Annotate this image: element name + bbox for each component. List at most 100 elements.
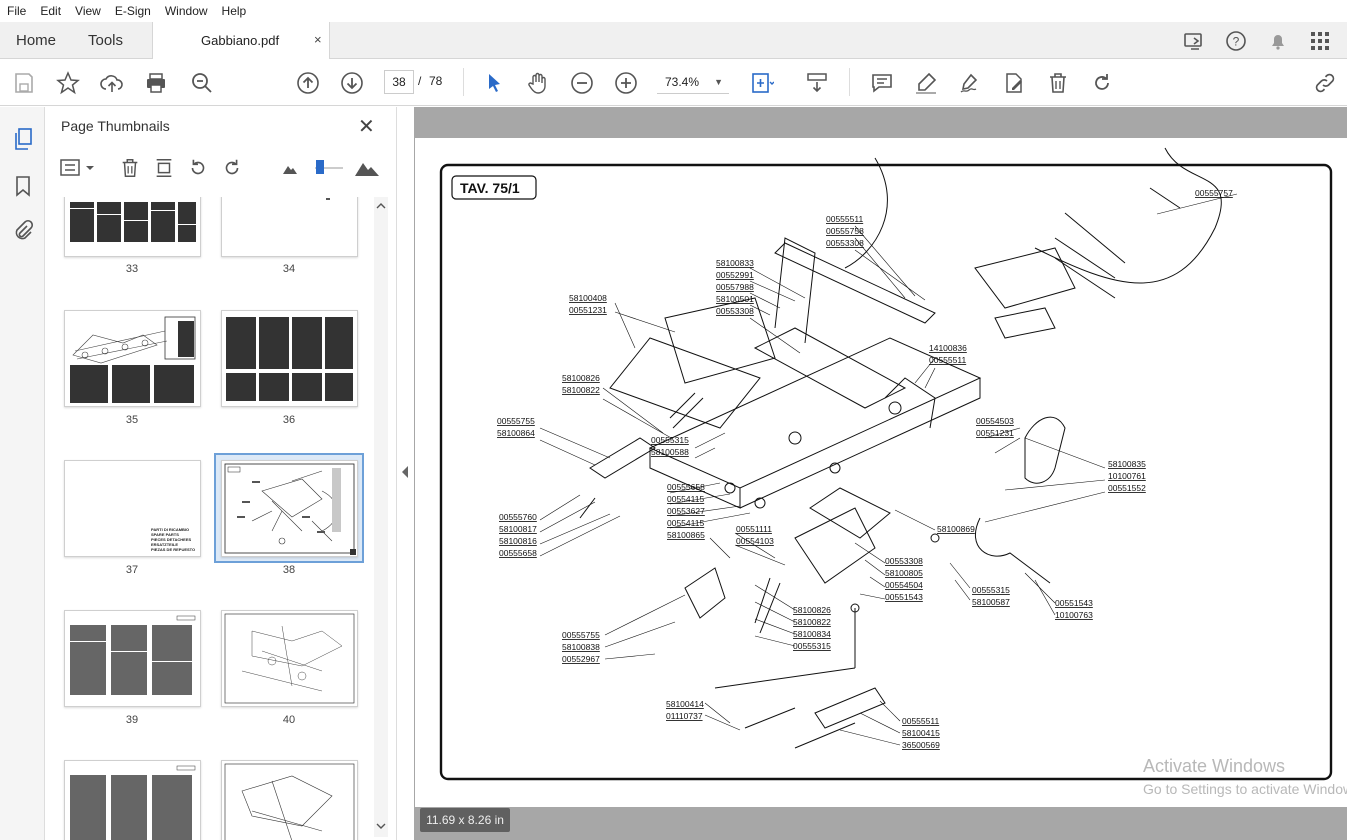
thumbnail-page-41[interactable] bbox=[64, 760, 201, 840]
small-thumbnail-mountain-icon[interactable] bbox=[281, 161, 299, 175]
part-label: 00555755 bbox=[562, 630, 600, 640]
page-separator: / bbox=[418, 74, 422, 88]
tab-home[interactable]: Home bbox=[16, 22, 56, 59]
part-label: 00555511 bbox=[929, 355, 966, 365]
part-label: 00555658 bbox=[667, 482, 705, 492]
plate-title: TAV. 75/1 bbox=[460, 180, 520, 196]
next-page-icon[interactable] bbox=[340, 71, 364, 95]
part-label: 00555511 bbox=[826, 214, 863, 224]
thumbnail-number: 35 bbox=[125, 414, 139, 426]
part-label: 00554504 bbox=[885, 580, 923, 590]
tab-tools[interactable]: Tools bbox=[88, 22, 123, 59]
activation-watermark-subtitle: Go to Settings to activate Windows. bbox=[1143, 781, 1347, 797]
extract-pages-icon[interactable] bbox=[153, 156, 175, 180]
menu-edit[interactable]: Edit bbox=[33, 4, 68, 18]
rotate-right-icon[interactable] bbox=[221, 156, 243, 180]
zoom-level-value: 73.4% bbox=[665, 75, 700, 89]
thumbnail-page-37[interactable]: PARTI DI RICAMBIO SPARE PARTS PIECES DET… bbox=[64, 460, 201, 557]
thumbnail-page-34[interactable] bbox=[221, 197, 358, 257]
delete-trash-icon[interactable] bbox=[1046, 71, 1070, 95]
page-36-preview bbox=[226, 317, 353, 401]
scroll-mode-icon[interactable] bbox=[805, 71, 829, 95]
delete-pages-icon[interactable] bbox=[119, 156, 141, 180]
part-labels: 00555757 00555511 00555758 00553308 5810… bbox=[497, 188, 1233, 750]
print-icon[interactable] bbox=[144, 71, 168, 95]
edit-pdf-icon[interactable] bbox=[1002, 71, 1026, 95]
thumbnail-page-40[interactable] bbox=[221, 610, 358, 707]
pdf-page: TAV. 75/1 00555757 00555511 00555758 005… bbox=[415, 138, 1347, 807]
part-label: 00551543 bbox=[1055, 598, 1093, 608]
part-label: 58100822 bbox=[793, 617, 831, 627]
part-label: 58100816 bbox=[499, 536, 537, 546]
menu-file[interactable]: File bbox=[0, 4, 33, 18]
zoom-level-select[interactable]: 73.4% ▼ bbox=[657, 70, 729, 94]
hand-tool-icon[interactable] bbox=[526, 71, 550, 95]
help-icon[interactable]: ? bbox=[1225, 30, 1247, 52]
menu-esign[interactable]: E-Sign bbox=[108, 4, 158, 18]
link-share-icon[interactable] bbox=[1313, 71, 1337, 95]
thumbnail-page-39[interactable] bbox=[64, 610, 201, 707]
apps-grid-icon[interactable] bbox=[1309, 30, 1331, 52]
part-label: 00553308 bbox=[885, 556, 923, 566]
part-label: 58100414 bbox=[666, 699, 704, 709]
save-icon[interactable] bbox=[12, 71, 36, 95]
draw-sign-icon[interactable] bbox=[958, 71, 982, 95]
close-tab-icon[interactable]: × bbox=[314, 32, 322, 47]
attachments-paperclip-icon[interactable] bbox=[11, 219, 35, 243]
thumbnail-page-42[interactable] bbox=[221, 760, 358, 840]
menu-view[interactable]: View bbox=[68, 4, 108, 18]
part-label: 00551543 bbox=[885, 592, 923, 602]
part-label: 58100408 bbox=[569, 293, 607, 303]
part-label: 58100588 bbox=[651, 447, 689, 457]
part-label: 00554103 bbox=[736, 536, 774, 546]
part-label: 00551552 bbox=[1108, 483, 1146, 493]
panel-collapse-handle[interactable] bbox=[397, 107, 414, 840]
close-panel-icon[interactable]: ✕ bbox=[358, 114, 375, 139]
part-label: 10100763 bbox=[1055, 610, 1093, 620]
menu-window[interactable]: Window bbox=[158, 4, 215, 18]
part-label: 00554115 bbox=[667, 494, 704, 504]
comment-icon[interactable] bbox=[870, 71, 894, 95]
fit-page-icon[interactable] bbox=[750, 71, 774, 95]
svg-text:?: ? bbox=[1233, 35, 1240, 49]
zoom-in-icon[interactable] bbox=[614, 71, 638, 95]
scroll-down-icon[interactable] bbox=[375, 821, 387, 831]
previous-page-icon[interactable] bbox=[296, 71, 320, 95]
bookmarks-icon[interactable] bbox=[11, 174, 35, 198]
thumbnail-size-slider[interactable] bbox=[313, 158, 345, 178]
part-label: 58100826 bbox=[562, 373, 600, 383]
part-label: 00553308 bbox=[826, 238, 864, 248]
part-label: 58100864 bbox=[497, 428, 535, 438]
part-label: 58100817 bbox=[499, 524, 537, 534]
tab-document[interactable]: Gabbiano.pdf × bbox=[152, 22, 330, 59]
scroll-up-icon[interactable] bbox=[375, 201, 387, 211]
thumbnail-page-36[interactable] bbox=[221, 310, 358, 407]
zoom-search-icon[interactable] bbox=[190, 71, 214, 95]
rotate-clockwise-icon[interactable] bbox=[1090, 71, 1114, 95]
thumbnail-options-menu-icon[interactable] bbox=[59, 157, 99, 179]
collapse-arrow-icon bbox=[402, 466, 408, 478]
bookmark-star-icon[interactable] bbox=[56, 71, 80, 95]
scrollbar-thumb[interactable] bbox=[332, 468, 341, 532]
highlight-pen-icon[interactable] bbox=[914, 71, 938, 95]
share-screen-icon[interactable] bbox=[1183, 30, 1205, 52]
leader-lines bbox=[539, 193, 1238, 746]
notification-bell-icon[interactable] bbox=[1267, 30, 1289, 52]
select-cursor-icon[interactable] bbox=[482, 71, 506, 95]
upload-cloud-icon[interactable] bbox=[100, 71, 124, 95]
page-thumbnails-icon[interactable] bbox=[11, 127, 35, 151]
part-label: 00551231 bbox=[976, 428, 1014, 438]
parts-diagram: TAV. 75/1 00555757 00555511 00555758 005… bbox=[439, 147, 1333, 781]
page-number-input[interactable]: 38 bbox=[384, 70, 414, 94]
rotate-left-icon[interactable] bbox=[187, 156, 209, 180]
part-label: 00555757 bbox=[1195, 188, 1233, 198]
thumbnail-scrollbar[interactable] bbox=[374, 197, 388, 837]
page-37-heading: PARTI DI RICAMBIO SPARE PARTS PIECES DET… bbox=[151, 527, 196, 552]
large-thumbnail-mountain-icon[interactable] bbox=[354, 157, 380, 177]
thumbnail-number: 37 bbox=[125, 564, 139, 576]
thumbnail-number: 39 bbox=[125, 714, 139, 726]
zoom-out-icon[interactable] bbox=[570, 71, 594, 95]
menu-help[interactable]: Help bbox=[215, 4, 254, 18]
thumbnail-page-33[interactable] bbox=[64, 197, 201, 257]
thumbnail-page-35[interactable] bbox=[64, 310, 201, 407]
